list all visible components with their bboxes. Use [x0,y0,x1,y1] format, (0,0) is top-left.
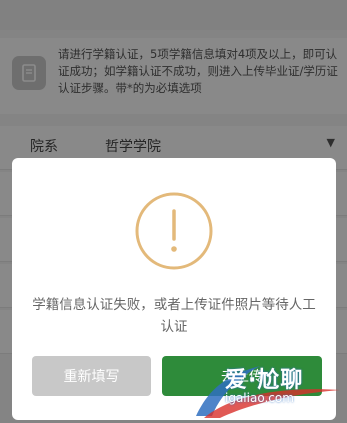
watermark-title: 爱·尬聊 [225,368,304,393]
dialog-message: 学籍信息认证失败，或者上传证件照片等待人工认证 [32,297,316,335]
retry-button[interactable]: 重新填写 [32,356,151,396]
exclamation-circle-icon [135,192,213,270]
watermark-url: igaliao.com [225,391,294,405]
